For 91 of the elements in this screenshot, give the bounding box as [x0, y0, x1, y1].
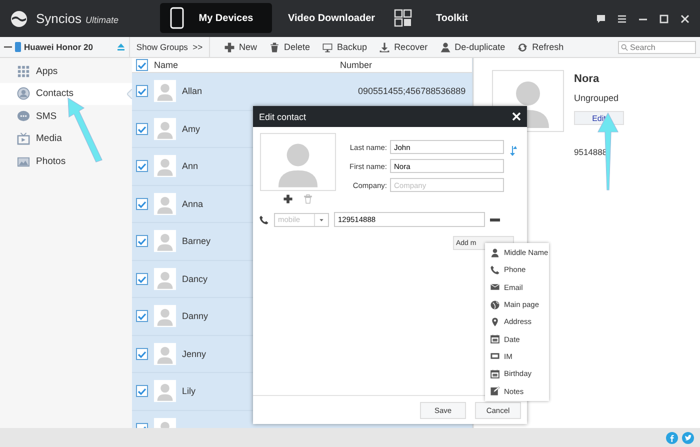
avatar-icon — [154, 80, 176, 102]
plus-icon[interactable] — [283, 194, 293, 204]
contact-name: Danny — [182, 311, 208, 322]
device-name: Huawei Honor 20 — [24, 42, 94, 52]
menu-icon[interactable] — [617, 14, 627, 24]
grid-icon — [394, 9, 412, 27]
checkbox[interactable] — [136, 310, 148, 322]
close-icon[interactable] — [680, 14, 690, 24]
grid-icon — [17, 64, 30, 78]
contact-name: Anna — [182, 198, 204, 209]
trash-icon — [269, 42, 280, 52]
photo-icon — [17, 154, 30, 168]
checkbox[interactable] — [136, 385, 148, 398]
nav-tab[interactable]: Toolkit — [384, 3, 496, 33]
tv-icon — [17, 132, 30, 146]
phone-icon — [170, 7, 184, 29]
monitor-icon — [322, 42, 334, 52]
globe-icon — [490, 300, 500, 310]
people-icon — [440, 42, 451, 52]
sidebar-item[interactable]: SMS — [0, 105, 132, 128]
avatar-icon — [154, 268, 176, 290]
phone-icon — [15, 42, 21, 52]
chat-icon — [17, 110, 30, 123]
dialog-title: Edit contact — [259, 112, 306, 122]
checkbox[interactable] — [136, 348, 148, 360]
swap-icon[interactable] — [510, 146, 518, 156]
maximize-icon[interactable] — [659, 14, 669, 24]
calendar-icon — [490, 368, 500, 379]
note-icon — [490, 386, 500, 396]
toolbar-button[interactable]: New — [220, 42, 262, 52]
contact-phone: 9514888 — [574, 147, 608, 157]
show-groups-button[interactable]: Show Groups >> — [130, 37, 210, 57]
plus-icon — [224, 42, 235, 52]
search-field[interactable]: Search — [618, 40, 696, 54]
feedback-icon[interactable] — [596, 14, 606, 24]
calendar-icon — [490, 334, 500, 344]
contact-name: Jenny — [182, 348, 206, 359]
avatar-icon — [154, 380, 176, 402]
eject-icon[interactable] — [117, 43, 125, 51]
checkbox[interactable] — [136, 235, 148, 248]
sidebar-item[interactable]: Photos — [0, 150, 132, 172]
checkbox[interactable] — [136, 59, 148, 71]
phone-icon — [490, 264, 500, 275]
facebook-icon[interactable] — [666, 432, 678, 444]
column-header: Number — [339, 60, 372, 70]
trash-icon[interactable] — [303, 194, 313, 204]
toolbar-button[interactable]: Refresh — [513, 42, 568, 52]
sidebar-item[interactable]: Media — [0, 128, 132, 150]
toolbar-button[interactable]: Backup — [318, 42, 372, 52]
avatar-icon — [154, 230, 176, 252]
contact-number: 090551455;456788536889 — [358, 86, 466, 96]
minus-icon[interactable] — [490, 216, 500, 222]
toolbar-button[interactable]: Recover — [375, 42, 432, 52]
contact-name: Barney — [182, 236, 211, 246]
checkbox[interactable] — [136, 122, 148, 135]
refresh-icon — [517, 42, 528, 52]
download-icon — [379, 42, 390, 52]
contact-name: Lily — [182, 386, 196, 396]
sidebar-item[interactable]: Contacts — [0, 82, 132, 105]
contact-name: Ann — [182, 161, 198, 172]
checkbox[interactable] — [136, 198, 148, 210]
mail-icon — [490, 282, 500, 292]
avatar-icon — [154, 342, 176, 365]
app-name: Syncios Ultimate — [36, 11, 119, 26]
pin-icon — [490, 316, 500, 327]
logo-icon — [10, 10, 28, 28]
message-icon — [490, 351, 500, 362]
nav-tab[interactable]: My Devices — [160, 3, 272, 33]
checkbox[interactable] — [136, 85, 148, 98]
toolbar-button[interactable]: Delete — [265, 42, 314, 52]
contact-name: Nora — [574, 73, 600, 85]
avatar-icon — [154, 192, 176, 215]
contact-group: Ungrouped — [574, 93, 619, 103]
nav-tab[interactable]: Video Downloader — [272, 3, 384, 33]
avatar-icon — [260, 133, 336, 191]
contact-name: Amy — [182, 124, 200, 134]
search-icon — [621, 44, 628, 50]
person-icon — [490, 248, 500, 258]
contact-name: Allan — [182, 86, 202, 96]
phone-icon — [259, 214, 269, 224]
checkbox[interactable] — [136, 272, 148, 285]
avatar-icon — [154, 118, 176, 140]
avatar-icon — [154, 305, 176, 328]
person-icon — [17, 87, 30, 100]
toolbar-button[interactable]: De-duplicate — [436, 42, 510, 52]
checkbox[interactable] — [136, 160, 148, 172]
twitter-icon[interactable] — [682, 432, 694, 444]
avatar-icon — [154, 155, 176, 178]
contact-name: Dancy — [182, 274, 208, 284]
column-header: Name — [154, 60, 180, 70]
sidebar-item[interactable]: Apps — [0, 60, 132, 82]
